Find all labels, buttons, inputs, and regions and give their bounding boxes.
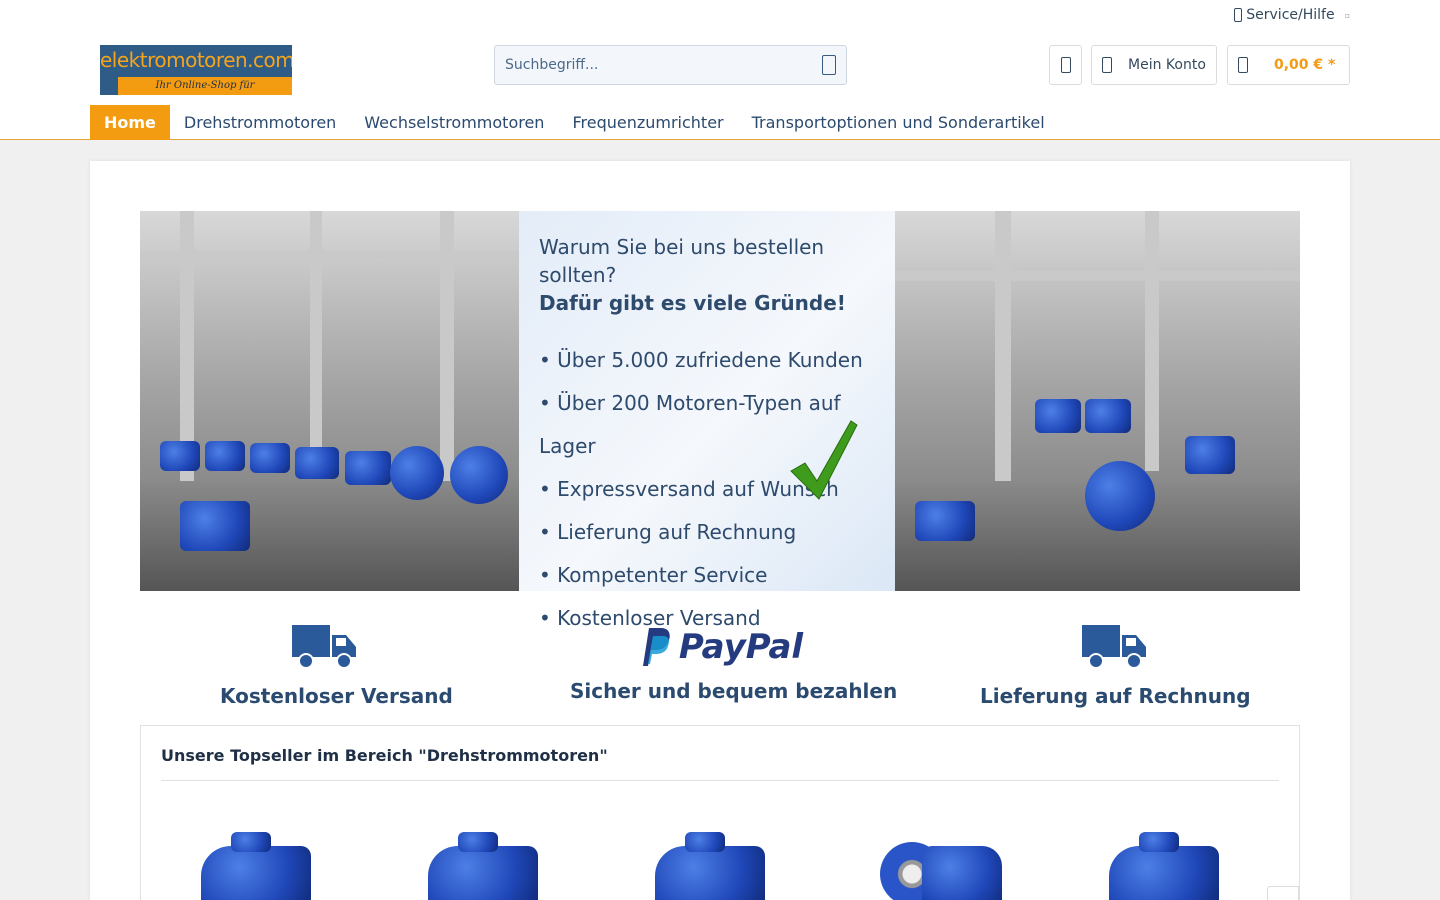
- paypal-logo-text: PayPal: [678, 627, 804, 667]
- cart-icon: [1238, 57, 1248, 73]
- service-help-menu[interactable]: Service/Hilfe ▫: [1234, 7, 1350, 23]
- account-label: Mein Konto: [1128, 57, 1206, 73]
- topseller-title: Unsere Topseller im Bereich "Drehstrommo…: [161, 746, 608, 765]
- search-input[interactable]: [495, 46, 805, 84]
- search-icon[interactable]: [822, 55, 836, 75]
- product-image[interactable]: [1099, 826, 1249, 900]
- features-row: Kostenloser Versand PayPal Sicher und be…: [140, 623, 1300, 708]
- product-image[interactable]: [872, 826, 1022, 900]
- feature-invoice: Lieferung auf Rechnung: [980, 623, 1251, 708]
- feature-label: Sicher und bequem bezahlen: [570, 679, 898, 703]
- slider-next-button[interactable]: [1267, 886, 1299, 900]
- truck-icon: [292, 625, 356, 669]
- nav-item-home[interactable]: Home: [90, 105, 170, 140]
- feature-free-shipping: Kostenloser Versand: [220, 623, 453, 708]
- logo-tagline: Ihr Online-Shop für Elektromotoren: [118, 77, 292, 95]
- account-button[interactable]: Mein Konto: [1091, 45, 1217, 85]
- hero-banner[interactable]: Warum Sie bei uns bestellen sollten? Daf…: [140, 211, 1300, 630]
- product-image[interactable]: [418, 826, 568, 900]
- checkmark-icon: [790, 420, 858, 500]
- feature-label: Kostenloser Versand: [220, 684, 453, 708]
- heart-icon: [1060, 57, 1071, 73]
- main-content: Warum Sie bei uns bestellen sollten? Daf…: [90, 161, 1350, 900]
- product-image[interactable]: [191, 826, 341, 900]
- reasons-question: Warum Sie bei uns bestellen sollten?: [539, 235, 825, 287]
- topseller-section: Unsere Topseller im Bereich "Drehstrommo…: [140, 725, 1300, 900]
- product-image[interactable]: [645, 826, 795, 900]
- user-icon: [1102, 57, 1112, 73]
- factory-photo-right: [895, 211, 1300, 591]
- paypal-icon: [642, 628, 670, 666]
- nav-item-drehstrommotoren[interactable]: Drehstrommotoren: [170, 105, 350, 140]
- divider: [161, 780, 1279, 781]
- reasons-panel: Warum Sie bei uns bestellen sollten? Daf…: [519, 211, 895, 630]
- reasons-answer: Dafür gibt es viele Gründe!: [539, 291, 846, 315]
- paypal-logo: PayPal: [570, 623, 870, 671]
- cart-button[interactable]: 0,00 € *: [1227, 45, 1350, 85]
- logo-text: elektromotoren.com: [100, 48, 292, 72]
- reason-item: • Kompetenter Service: [539, 563, 768, 587]
- factory-photo-left: [140, 211, 519, 591]
- nav-item-transportoptionen[interactable]: Transportoptionen und Sonderartikel: [738, 105, 1059, 140]
- header: Service/Hilfe ▫ elektromotoren.com Ihr O…: [0, 0, 1440, 140]
- logo[interactable]: elektromotoren.com Ihr Online-Shop für E…: [100, 45, 292, 95]
- nav-item-wechselstrommotoren[interactable]: Wechselstrommotoren: [350, 105, 558, 140]
- question-icon: [1234, 8, 1243, 22]
- feature-label: Lieferung auf Rechnung: [980, 684, 1251, 708]
- nav-item-frequenzumrichter[interactable]: Frequenzumrichter: [558, 105, 737, 140]
- reason-item: • Lieferung auf Rechnung: [539, 520, 797, 544]
- chevron-down-icon: ▫: [1344, 10, 1350, 20]
- reason-item: • Über 5.000 zufriedene Kunden: [539, 348, 863, 372]
- service-label: Service/Hilfe: [1246, 7, 1335, 23]
- search-box: [494, 45, 847, 85]
- main-navigation: Home Drehstrommotoren Wechselstrommotore…: [90, 105, 1059, 140]
- cart-total: 0,00 € *: [1274, 57, 1336, 73]
- feature-paypal: PayPal Sicher und bequem bezahlen: [570, 623, 898, 703]
- wishlist-button[interactable]: [1049, 45, 1082, 85]
- truck-icon: [1082, 625, 1146, 669]
